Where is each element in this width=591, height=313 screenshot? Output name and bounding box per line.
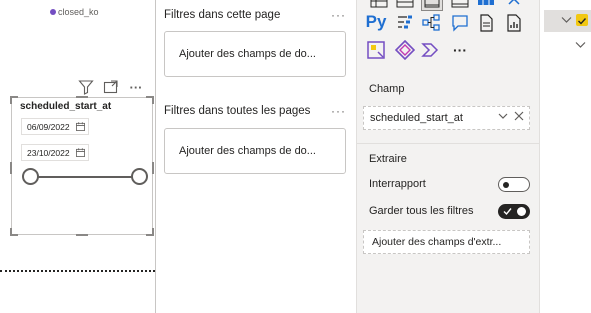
visualizations-pane: Py ··· Champ scheduled_start_at Extraire…	[356, 0, 540, 313]
resize-handle[interactable]	[76, 234, 88, 236]
resize-handle[interactable]	[10, 228, 12, 236]
report-canvas: closed_ko ··· scheduled_start_at 06/09/2…	[0, 0, 155, 313]
filter-icon[interactable]	[78, 79, 94, 95]
calendar-icon[interactable]	[76, 122, 85, 131]
legend-item[interactable]: closed_ko	[50, 7, 99, 17]
filters-all-pages-drop-well[interactable]: Ajouter des champs de do...	[164, 128, 346, 174]
keep-all-filters-toggle[interactable]	[498, 204, 530, 219]
more-options-icon[interactable]: ···	[128, 79, 144, 95]
resize-handle[interactable]	[10, 162, 12, 174]
end-date-input[interactable]: 23/10/2022	[21, 144, 89, 161]
legend-label: closed_ko	[58, 7, 99, 17]
card-visual-icon[interactable]	[476, 0, 496, 9]
field-value: scheduled_start_at	[370, 112, 463, 124]
decomposition-tree-icon[interactable]	[421, 13, 441, 33]
resize-handle[interactable]	[152, 96, 154, 104]
chevron-down-icon[interactable]	[498, 111, 508, 121]
chevron-down-icon[interactable]	[575, 40, 586, 50]
slider-end-thumb[interactable]	[131, 168, 148, 185]
matrix-visual-icon[interactable]	[395, 0, 415, 9]
field-section-label: Champ	[369, 83, 405, 95]
flow-visual-icon[interactable]	[421, 40, 441, 60]
drillthrough-section-label: Extraire	[369, 153, 407, 165]
date-range-slider[interactable]	[31, 176, 141, 178]
focus-mode-icon[interactable]	[103, 79, 119, 95]
calendar-icon[interactable]	[76, 148, 85, 157]
filters-this-page-drop-well[interactable]: Ajouter des champs de do...	[164, 31, 346, 77]
filters-all-pages-title: Filtres dans toutes les pages	[164, 105, 311, 117]
page-boundary-line	[0, 270, 155, 272]
resize-handle[interactable]	[152, 228, 154, 236]
checkbox-checked-icon[interactable]	[576, 14, 588, 26]
fields-pane	[539, 0, 591, 313]
slicer-visual-icon[interactable]	[421, 0, 443, 11]
slider-start-thumb[interactable]	[22, 168, 39, 185]
filters-pane: Filtres dans cette page ··· Ajouter des …	[156, 0, 356, 313]
get-more-visuals-button[interactable]: ···	[450, 40, 470, 60]
cross-report-label: Interrapport	[369, 178, 426, 190]
key-influencers-icon[interactable]	[504, 0, 524, 9]
toggle-knob	[517, 207, 526, 216]
toggle-knob	[503, 182, 509, 188]
key-influencers-visual-icon[interactable]	[395, 13, 415, 33]
close-icon[interactable]	[514, 111, 524, 121]
start-date-value: 06/09/2022	[27, 121, 70, 132]
python-visual-icon[interactable]: Py	[366, 12, 387, 32]
drillthrough-drop-well[interactable]: Ajouter des champs d'extr...	[363, 230, 530, 254]
filters-this-page-more-button[interactable]: ···	[331, 8, 346, 22]
legend-dot	[50, 9, 56, 15]
smart-narrative-icon[interactable]	[476, 13, 496, 33]
qa-visual-icon[interactable]	[450, 13, 470, 33]
filters-all-pages-more-button[interactable]: ···	[331, 104, 346, 118]
filters-this-page-title: Filtres dans cette page	[164, 9, 281, 21]
cross-report-toggle[interactable]	[498, 177, 530, 192]
check-icon	[578, 18, 587, 25]
resize-handle[interactable]	[76, 96, 88, 98]
end-date-value: 23/10/2022	[27, 147, 70, 158]
date-slicer[interactable]: scheduled_start_at 06/09/2022 23/10/2022	[10, 96, 154, 236]
resize-handle[interactable]	[152, 162, 154, 174]
resize-handle[interactable]	[10, 96, 12, 104]
slicer-title: scheduled_start_at	[20, 101, 112, 112]
check-icon	[503, 208, 512, 216]
power-automate-icon[interactable]	[395, 40, 415, 60]
section-divider	[357, 143, 540, 144]
keep-all-filters-label: Garder tous les filtres	[369, 205, 474, 217]
paginated-report-icon[interactable]	[504, 13, 524, 33]
kpi-visual-icon[interactable]	[450, 0, 470, 9]
table-visual-icon[interactable]	[369, 0, 389, 9]
start-date-input[interactable]: 06/09/2022	[21, 118, 89, 135]
power-apps-icon[interactable]	[366, 40, 386, 60]
visual-header: ···	[78, 79, 144, 95]
chevron-down-icon[interactable]	[561, 15, 572, 25]
field-well[interactable]: scheduled_start_at	[363, 106, 530, 130]
